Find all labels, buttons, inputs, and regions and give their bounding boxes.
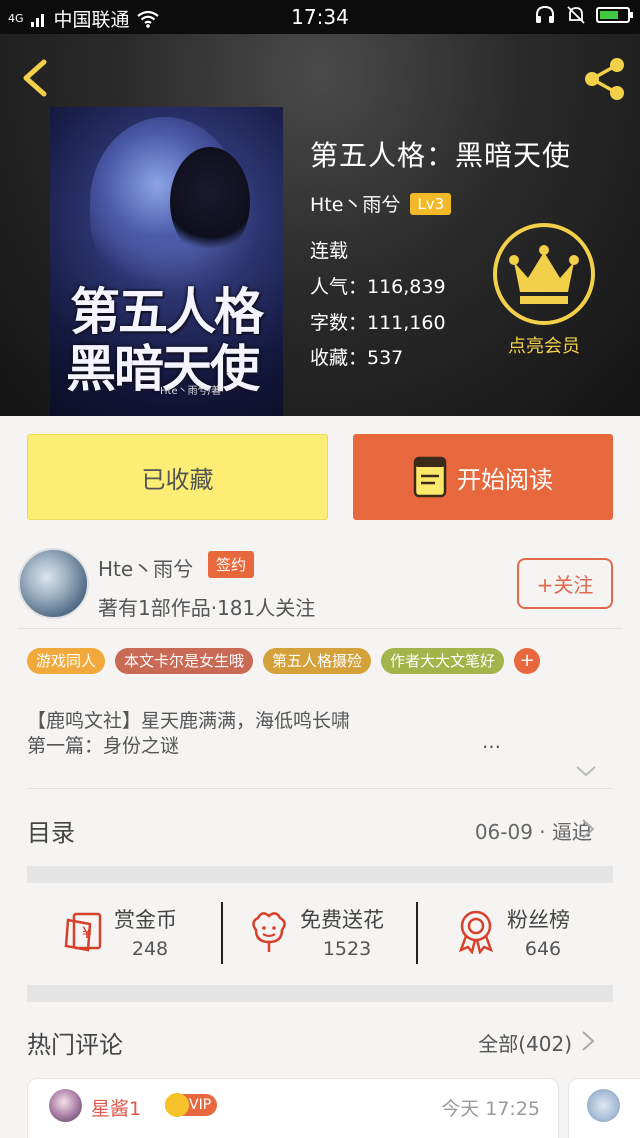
headphones-icon: [536, 5, 554, 23]
comment-time: 今天 17:25: [441, 1098, 540, 1120]
chevron-down-icon[interactable]: [575, 760, 597, 782]
book-author-line: Hte丶雨兮 Lv3: [310, 190, 452, 217]
tag-item[interactable]: 作者大大文笔好: [381, 648, 505, 674]
book-status: 连载: [310, 240, 349, 262]
vip-crown-icon: [165, 1093, 189, 1117]
comment-card[interactable]: [568, 1078, 640, 1138]
free-flowers-stat[interactable]: 免费送花 1523: [246, 900, 406, 966]
stat-divider: [221, 902, 223, 964]
signed-badge: 签约: [208, 551, 255, 578]
cover-author: Hte丶雨兮/著: [160, 386, 221, 397]
fan-ranking-label: 粉丝榜: [507, 908, 570, 932]
section-separator: [27, 985, 613, 1002]
book-popularity: 人气：116,839: [310, 276, 446, 298]
tag-list: 游戏同人 本文卡尔是女生哦 第五人格摄殓 作者大大文笔好 +: [27, 648, 541, 674]
divider: [27, 788, 613, 789]
author-level-badge: Lv3: [410, 192, 452, 215]
reward-coins-label: 赏金币: [114, 908, 177, 932]
book-title: 第五人格：黑暗天使: [310, 139, 572, 172]
tag-item[interactable]: 第五人格摄殓: [263, 648, 372, 674]
favorited-button[interactable]: 已收藏: [27, 434, 328, 520]
mute-bell-icon: [567, 6, 585, 24]
red-envelope-icon: ¥: [64, 912, 102, 952]
status-right: [534, 5, 633, 25]
comment-card[interactable]: 星酱1 VIP 今天 17:25: [27, 1078, 559, 1138]
toc-latest-chapter[interactable]: 06-09 · 逼迫: [475, 816, 592, 845]
vip-crown-icon[interactable]: [492, 222, 596, 326]
description-line2: 第一篇：身份之谜: [27, 735, 180, 757]
stat-divider: [416, 902, 418, 964]
add-tag-button[interactable]: +: [514, 648, 541, 674]
fan-ranking-stat[interactable]: 粉丝榜 646: [453, 900, 593, 966]
book-favorites: 收藏：537: [310, 347, 404, 369]
svg-text:¥: ¥: [82, 923, 92, 942]
reward-coins-stat[interactable]: ¥ 赏金币 248: [60, 900, 200, 966]
free-flowers-count: 1523: [322, 938, 372, 960]
author-stats: 著有1部作品·181人关注: [98, 596, 316, 620]
share-icon[interactable]: [580, 54, 630, 104]
commenter-avatar[interactable]: [49, 1089, 82, 1122]
author-name[interactable]: Hte丶雨兮: [98, 553, 193, 582]
commenter-name[interactable]: 星酱1: [91, 1094, 141, 1121]
toc-title[interactable]: 目录: [27, 813, 75, 848]
status-bar: 4G 中国联通 17:34: [0, 0, 640, 34]
vip-badge: VIP: [165, 1093, 218, 1117]
book-cover[interactable]: 第五人格 黑暗天使 Hte丶雨兮/著: [50, 107, 283, 416]
book-info: 第五人格：黑暗天使 Hte丶雨兮 Lv3 连载 人气：116,839 字数：11…: [310, 134, 572, 369]
battery-icon: [596, 7, 633, 23]
commenter-avatar[interactable]: [587, 1089, 620, 1122]
book-author[interactable]: Hte丶雨兮: [310, 190, 400, 217]
description-ellipsis: …: [482, 731, 501, 753]
hot-comments-title: 热门评论: [27, 1031, 123, 1059]
start-reading-label: 开始阅读: [457, 465, 553, 494]
follow-button[interactable]: +关注: [517, 558, 613, 609]
chevron-right-icon[interactable]: [581, 818, 595, 840]
cover-art-figure-dark: [170, 147, 250, 257]
tag-item[interactable]: 游戏同人: [27, 648, 106, 674]
fan-ranking-count: 646: [524, 938, 562, 960]
tag-item[interactable]: 本文卡尔是女生哦: [115, 648, 254, 674]
back-arrow-icon[interactable]: [14, 56, 58, 100]
free-flowers-label: 免费送花: [300, 908, 384, 932]
vip-badge-label: VIP: [189, 1097, 212, 1113]
start-reading-button[interactable]: 开始阅读: [353, 434, 613, 520]
book-icon: [413, 456, 447, 498]
all-comments-link[interactable]: 全部(402): [478, 1028, 572, 1057]
book-word-count: 字数：111,160: [310, 312, 446, 334]
vip-label[interactable]: 点亮会员: [490, 332, 598, 358]
reward-coins-count: 248: [131, 938, 169, 960]
description-line1: 【鹿鸣文社】星天鹿满满，海低鸣长啸: [27, 710, 351, 732]
flower-icon: [252, 912, 286, 952]
section-separator: [27, 866, 613, 883]
chevron-right-icon[interactable]: [581, 1030, 595, 1052]
author-avatar[interactable]: [18, 548, 89, 619]
divider: [18, 628, 622, 629]
medal-icon: [458, 910, 494, 954]
